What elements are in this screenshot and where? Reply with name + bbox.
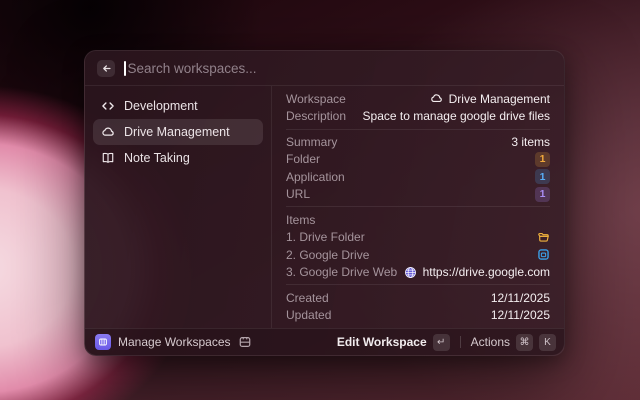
application-count-badge: 1 <box>535 169 550 184</box>
action-bar: Manage Workspaces Edit Workspace ↵ Actio… <box>85 328 564 355</box>
workspace-details: Workspace Drive Management Description S… <box>271 86 564 328</box>
detail-row-workspace: Workspace Drive Management <box>286 90 550 108</box>
k-key-badge: K <box>539 334 556 351</box>
back-arrow-icon <box>101 63 112 74</box>
detail-row-created: Created 12/11/2025 <box>286 289 550 307</box>
item-label: 1. Drive Folder <box>286 230 365 244</box>
summary-label: Summary <box>286 135 337 149</box>
description-value: Space to manage google drive files <box>363 109 550 123</box>
summary-value: 3 items <box>511 135 550 149</box>
item-label: 2. Google Drive <box>286 248 369 262</box>
item-label: 3. Google Drive Web <box>286 265 397 279</box>
detail-row-updated: Updated 12/11/2025 <box>286 306 550 324</box>
content-area: Development Drive Management Note Taking… <box>85 86 564 328</box>
workspace-switcher-panel: Search workspaces... Development Drive M… <box>84 50 565 356</box>
back-button[interactable] <box>97 60 115 77</box>
updated-label: Updated <box>286 308 331 322</box>
edit-workspace-button[interactable]: Edit Workspace <box>337 335 427 349</box>
item-url-value: https://drive.google.com <box>404 265 550 279</box>
book-icon <box>101 151 115 165</box>
folder-icon <box>537 231 550 244</box>
cloud-icon <box>101 125 115 139</box>
globe-icon <box>404 266 417 279</box>
extension-button[interactable]: Manage Workspaces <box>95 334 252 350</box>
extension-name: Manage Workspaces <box>118 335 231 349</box>
folder-count-label: Folder <box>286 152 320 166</box>
sidebar-item-note-taking[interactable]: Note Taking <box>93 145 263 171</box>
divider <box>460 336 461 348</box>
text-caret <box>124 61 126 76</box>
workspace-label: Workspace <box>286 92 346 106</box>
detail-row-application-count: Application 1 <box>286 168 550 186</box>
search-placeholder: Search workspaces... <box>128 61 257 76</box>
workspaces-app-icon <box>95 334 111 350</box>
code-icon <box>101 99 115 113</box>
workspace-value: Drive Management <box>430 92 550 106</box>
created-value: 12/11/2025 <box>491 291 550 305</box>
detail-row-folder-count: Folder 1 <box>286 150 550 168</box>
actions-button[interactable]: Actions <box>471 335 510 349</box>
detail-row-items-header: Items <box>286 211 550 229</box>
application-count-label: Application <box>286 170 345 184</box>
workspace-list: Development Drive Management Note Taking <box>85 86 271 328</box>
updated-value: 12/11/2025 <box>491 308 550 322</box>
url-count-label: URL <box>286 187 310 201</box>
folder-count-badge: 1 <box>535 152 550 167</box>
sidebar-item-label: Drive Management <box>124 125 230 139</box>
url-count-badge: 1 <box>535 187 550 202</box>
sidebar-item-drive-management[interactable]: Drive Management <box>93 119 263 145</box>
detail-row-url-count: URL 1 <box>286 185 550 203</box>
app-window-icon <box>537 248 550 261</box>
detail-row-item-2: 2. Google Drive <box>286 246 550 264</box>
search-bar: Search workspaces... <box>85 51 564 86</box>
sidebar-item-label: Development <box>124 99 198 113</box>
divider <box>286 284 550 285</box>
created-label: Created <box>286 291 329 305</box>
search-input[interactable]: Search workspaces... <box>124 61 552 76</box>
detail-row-item-3: 3. Google Drive Web https://drive.google… <box>286 263 550 281</box>
cloud-icon <box>430 92 443 105</box>
detail-row-summary: Summary 3 items <box>286 133 550 151</box>
detail-row-description: Description Space to manage google drive… <box>286 108 550 126</box>
divider <box>286 129 550 130</box>
items-header: Items <box>286 213 315 227</box>
footer-actions: Edit Workspace ↵ Actions ⌘ K <box>337 334 556 351</box>
command-key-badge: ⌘ <box>516 334 533 351</box>
sidebar-item-label: Note Taking <box>124 151 190 165</box>
disk-icon <box>238 335 252 349</box>
enter-key-badge: ↵ <box>433 334 450 351</box>
detail-row-item-1: 1. Drive Folder <box>286 228 550 246</box>
sidebar-item-development[interactable]: Development <box>93 93 263 119</box>
description-label: Description <box>286 109 346 123</box>
divider <box>286 206 550 207</box>
